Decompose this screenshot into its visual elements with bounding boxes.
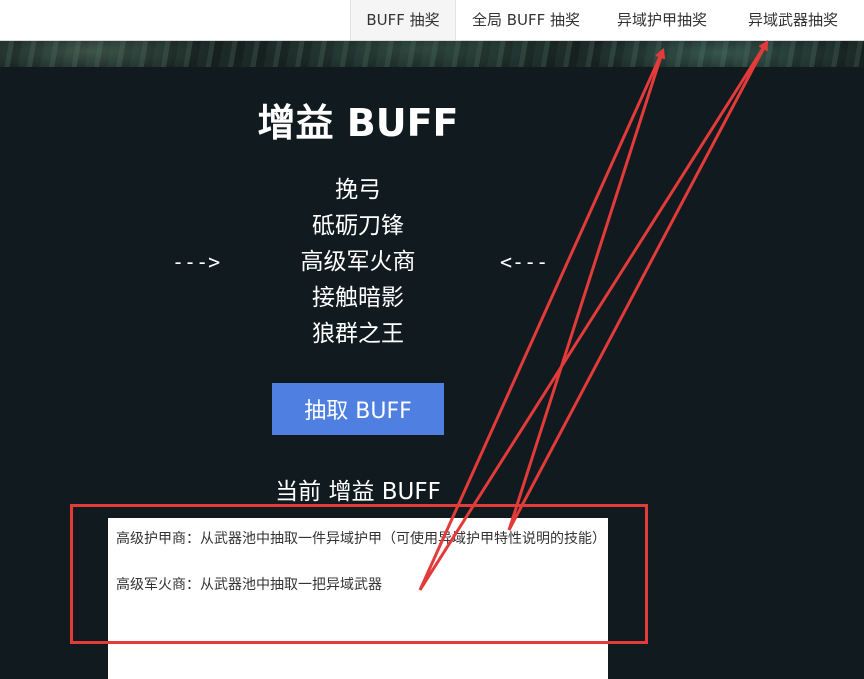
- annotation-arrows: [418, 40, 769, 591]
- annotation-arrow: [418, 40, 769, 591]
- annotation-arrow: [507, 40, 769, 531]
- annotation-arrow: [507, 48, 666, 531]
- annotation-arrow: [418, 48, 665, 591]
